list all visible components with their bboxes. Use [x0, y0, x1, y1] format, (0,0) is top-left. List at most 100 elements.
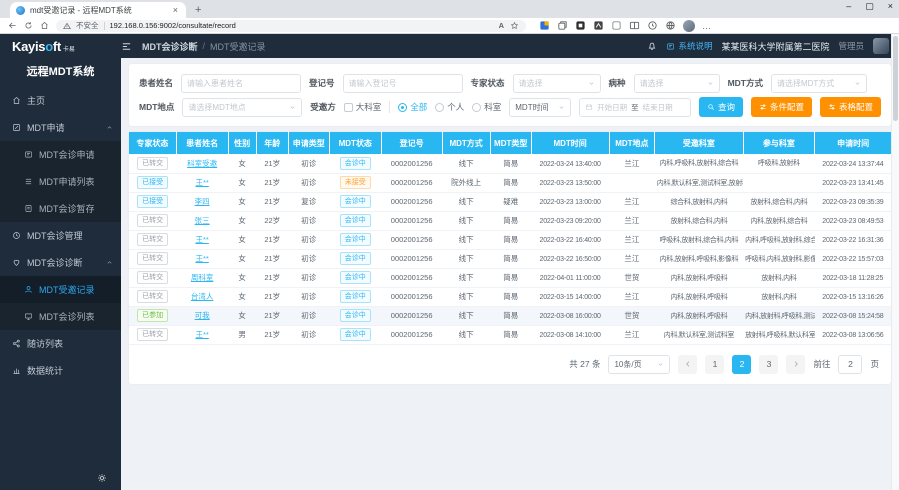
sidebar-item-followup-list[interactable]: 随访列表 [0, 330, 121, 357]
extension-icon-3[interactable] [575, 20, 586, 31]
patient-name-input[interactable] [181, 74, 301, 93]
page-size-select[interactable]: 10条/页 [608, 355, 670, 374]
table-row[interactable]: 已转交王**女21岁初诊会诊中0002001256线下简易2022-03-22 … [129, 230, 891, 249]
home-browser-icon[interactable] [40, 21, 49, 30]
patient-name-link[interactable]: 王** [195, 178, 208, 187]
mdt-place-cell: 世贸 [609, 306, 655, 325]
window-close-icon[interactable]: × [888, 2, 893, 11]
patient-name-link[interactable]: 王** [195, 330, 208, 339]
extension-icon-2[interactable] [557, 20, 568, 31]
notification-bell-icon[interactable] [647, 41, 657, 51]
mdt-place-select[interactable]: 请选择MDT地点 [182, 98, 302, 117]
sidebar-item-mdt-apply[interactable]: MDT申请 [0, 114, 121, 141]
page-number-button[interactable]: 1 [705, 355, 724, 374]
reg-no-cell: 0002001256 [381, 268, 442, 287]
mdt-status-cell: 会诊中 [329, 192, 381, 211]
tab-close-icon[interactable]: × [171, 6, 180, 15]
patient-name-link[interactable]: 周科室 [191, 273, 214, 282]
split-screen-icon[interactable] [629, 20, 640, 31]
breadcrumb: MDT会诊诊断 / MDT受邀记录 [142, 40, 266, 53]
time-field-select[interactable]: MDT时间 [509, 98, 571, 117]
table-row[interactable]: 已转交科室受邀女21岁初诊会诊中0002001256线下简易2022-03-24… [129, 154, 891, 173]
favorites-hub-icon[interactable] [665, 20, 676, 31]
breadcrumb-parent[interactable]: MDT会诊诊断 [142, 40, 198, 53]
apply-type-cell: 初诊 [288, 306, 329, 325]
browser-profile-avatar[interactable] [683, 20, 695, 32]
condition-config-button[interactable]: 条件配置 [751, 97, 812, 117]
table-row[interactable]: 已转交台湾人女21岁初诊会诊中0002001256线下简易2022-03-15 … [129, 287, 891, 306]
sidebar-item-apply-list[interactable]: MDT申请列表 [0, 168, 121, 195]
settings-gear-icon[interactable] [97, 473, 107, 483]
mdt-time-cell: 2022-03-15 14:00:00 [531, 287, 609, 306]
column-header: MDT方式 [442, 132, 490, 154]
table-row[interactable]: 已接受李四女21岁复诊会诊中0002001256线下疑难2022-03-23 1… [129, 192, 891, 211]
url-field[interactable]: 不安全 192.168.0.156:9002/consultate/record… [56, 20, 526, 32]
table-row[interactable]: 已转交周科室女21岁初诊会诊中0002001256线下简易2022-04-01 … [129, 268, 891, 287]
page-number-button[interactable]: 2 [732, 355, 751, 374]
big-dept-checkbox[interactable]: 大科室 [344, 101, 382, 113]
browser-essentials-icon[interactable] [647, 20, 658, 31]
extension-icon-1[interactable] [539, 20, 550, 31]
user-avatar[interactable] [873, 38, 889, 54]
sidebar-item-invited-records[interactable]: MDT受邀记录 [0, 276, 121, 303]
sidebar-item-consult-draft[interactable]: MDT会诊暂存 [0, 195, 121, 222]
sidebar-item-consult-list[interactable]: MDT会诊列表 [0, 303, 121, 330]
page-number-button[interactable]: 3 [759, 355, 778, 374]
system-help-link[interactable]: 系统说明 [666, 40, 712, 52]
invited-depts-cell: 放射科,综合科,内科 [655, 211, 743, 230]
radio-personal[interactable]: 个人 [435, 101, 464, 113]
sidebar-item-consult-apply[interactable]: MDT会诊申请 [0, 141, 121, 168]
patient-name-link[interactable]: 王** [195, 235, 208, 244]
mdt-mode-select[interactable]: 请选择MDT方式 [771, 74, 867, 93]
table-row[interactable]: 已接受王**女21岁初诊未接受0002001256院外线上简易2022-03-2… [129, 173, 891, 192]
search-button[interactable]: 查询 [699, 97, 743, 117]
sidebar-item-statistics[interactable]: 数据统计 [0, 357, 121, 384]
mdt-status-cell: 会诊中 [329, 268, 381, 287]
window-minimize-icon[interactable]: – [846, 2, 851, 11]
column-header: 患者姓名 [176, 132, 228, 154]
refresh-icon[interactable] [24, 21, 33, 30]
expert-status-select[interactable]: 请选择 [513, 74, 601, 93]
radio-dept[interactable]: 科室 [472, 101, 501, 113]
sidebar-collapse-icon[interactable] [121, 41, 132, 52]
scrollbar[interactable] [891, 34, 899, 490]
radio-all[interactable]: 全部 [398, 101, 427, 113]
disease-select[interactable]: 请选择 [634, 74, 720, 93]
read-aloud-icon[interactable]: A [499, 21, 504, 30]
scrollbar-thumb[interactable] [893, 36, 898, 121]
expert-status-cell: 已接受 [129, 173, 176, 192]
patient-name-link[interactable]: 科室受邀 [187, 159, 217, 168]
prev-page-button[interactable] [678, 355, 697, 374]
reg-no-input[interactable] [343, 74, 463, 93]
mdt-mode-cell: 线下 [442, 211, 490, 230]
sidebar-item-consult-diagnose[interactable]: MDT会诊诊断 [0, 249, 121, 276]
bookmark-star-icon[interactable] [510, 21, 519, 30]
mdt-mode-cell: 线下 [442, 249, 490, 268]
new-tab-button[interactable]: + [195, 5, 201, 18]
patient-name-link[interactable]: 李四 [195, 197, 210, 206]
window-maximize-icon[interactable]: ▢ [865, 2, 874, 11]
browser-tab[interactable]: mdt受邀记录 - 远程MDT系统 × [10, 2, 186, 18]
back-icon[interactable] [8, 21, 17, 30]
table-config-button[interactable]: 表格配置 [820, 97, 881, 117]
browser-chrome: mdt受邀记录 - 远程MDT系统 × + – ▢ × 不安全 192.168.… [0, 0, 899, 34]
extension-icon-4[interactable] [593, 20, 604, 31]
jump-page-input[interactable] [838, 355, 862, 374]
sidebar-item-home[interactable]: 主页 [0, 87, 121, 114]
date-range-picker[interactable]: 开始日期 至 结束日期 [579, 98, 691, 117]
table-row[interactable]: 已参加可我女21岁初诊会诊中0002001256线下简易2022-03-08 1… [129, 306, 891, 325]
reg-no-cell: 0002001256 [381, 306, 442, 325]
browser-menu-icon[interactable]: … [702, 21, 712, 31]
patient-name-link[interactable]: 可我 [195, 311, 210, 320]
patient-name-link[interactable]: 张三 [195, 216, 210, 225]
patient-name-link[interactable]: 台湾人 [191, 292, 214, 301]
column-header: 受邀科室 [655, 132, 743, 154]
patient-name-link[interactable]: 王** [195, 254, 208, 263]
extension-icon-5[interactable] [611, 20, 622, 31]
sidebar-item-consult-manage[interactable]: MDT会诊管理 [0, 222, 121, 249]
table-row[interactable]: 已转交王**男21岁初诊会诊中0002001256线下简易2022-03-08 … [129, 325, 891, 344]
table-row[interactable]: 已转交王**女21岁初诊会诊中0002001256线下简易2022-03-22 … [129, 249, 891, 268]
mdt-status-cell: 会诊中 [329, 249, 381, 268]
next-page-button[interactable] [786, 355, 805, 374]
table-row[interactable]: 已转交张三女22岁初诊会诊中0002001256线下简易2022-03-23 0… [129, 211, 891, 230]
